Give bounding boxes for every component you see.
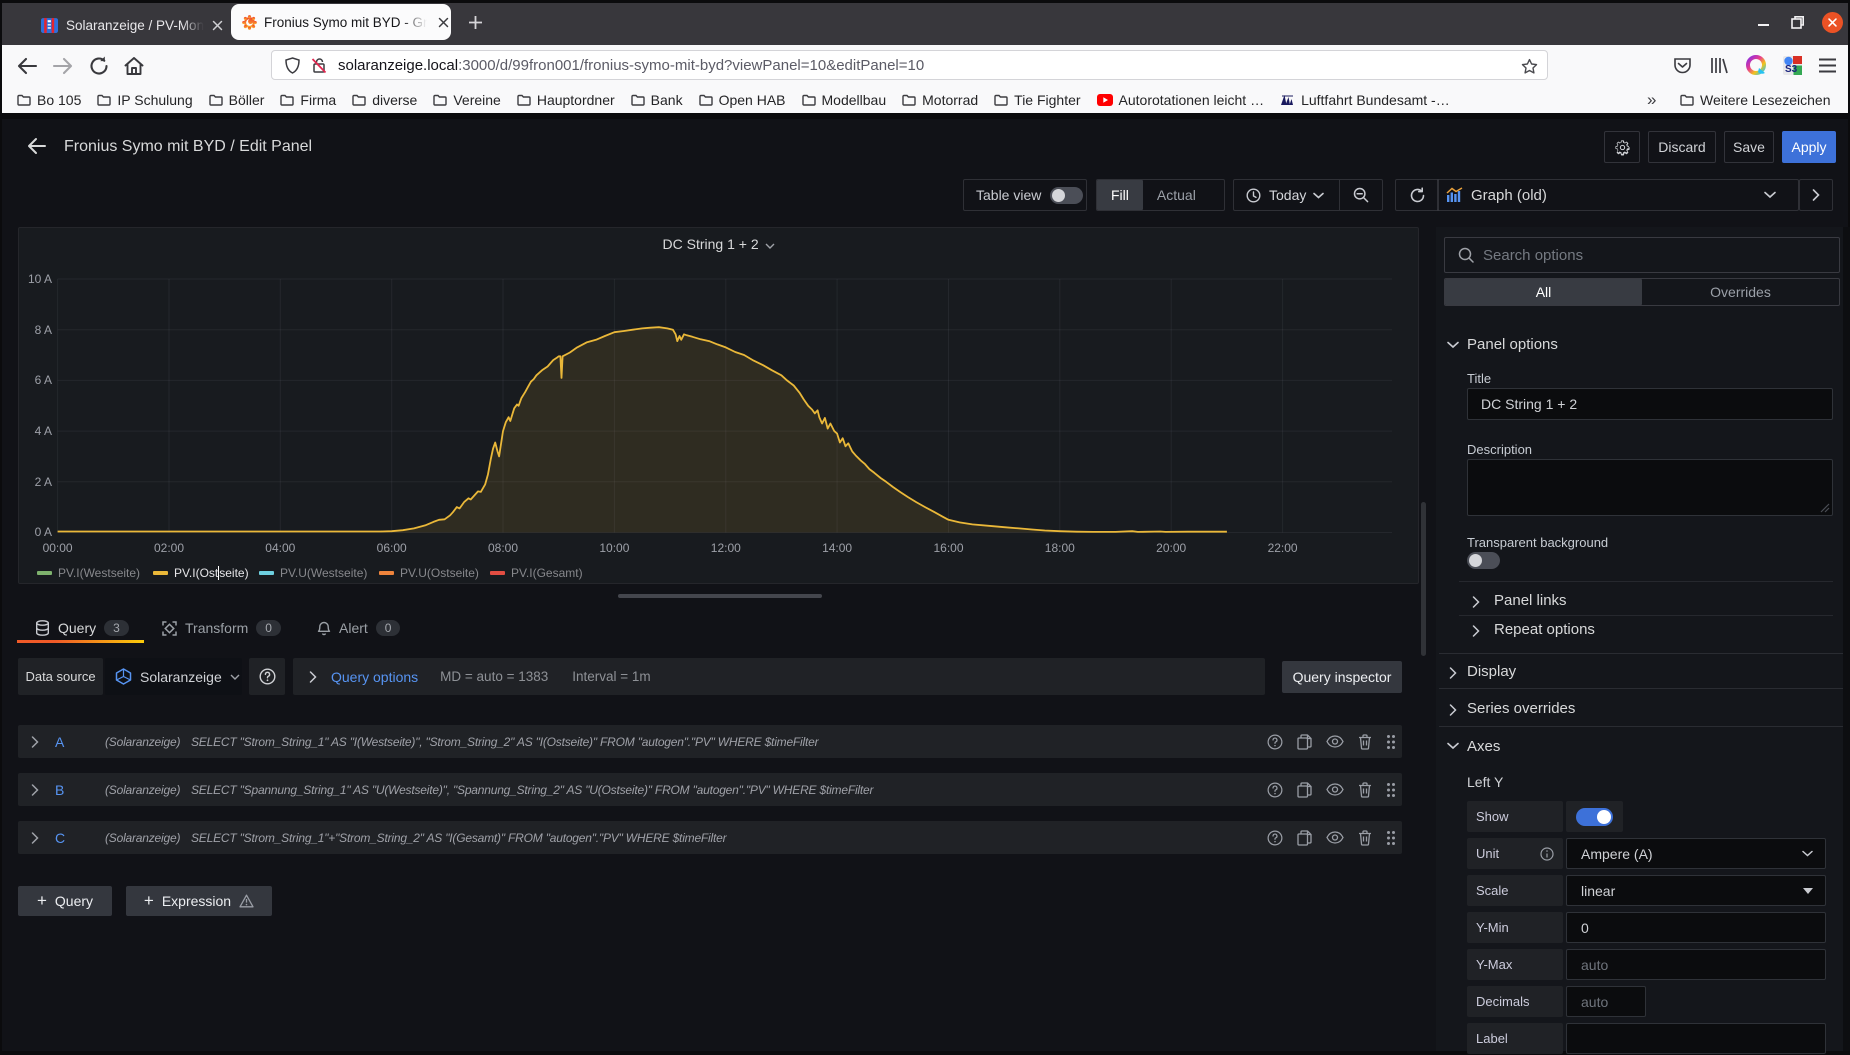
svg-text:00:00: 00:00 bbox=[43, 541, 73, 555]
svg-text:8 A: 8 A bbox=[35, 323, 52, 337]
svg-text:08:00: 08:00 bbox=[488, 541, 518, 555]
svg-text:06:00: 06:00 bbox=[377, 541, 407, 555]
svg-text:S3: S3 bbox=[1785, 64, 1798, 75]
svg-text:18:00: 18:00 bbox=[1045, 541, 1075, 555]
svg-text:4 A: 4 A bbox=[35, 424, 52, 438]
svg-text:20:00: 20:00 bbox=[1156, 541, 1186, 555]
svg-text:02:00: 02:00 bbox=[154, 541, 184, 555]
svg-text:12:00: 12:00 bbox=[711, 541, 741, 555]
svg-text:2 A: 2 A bbox=[35, 475, 52, 489]
svg-text:14:00: 14:00 bbox=[822, 541, 852, 555]
svg-text:10 A: 10 A bbox=[28, 272, 52, 286]
svg-text:0 A: 0 A bbox=[35, 525, 52, 539]
svg-text:6 A: 6 A bbox=[35, 373, 52, 387]
svg-text:10:00: 10:00 bbox=[599, 541, 629, 555]
svg-text:16:00: 16:00 bbox=[933, 541, 963, 555]
svg-text:22:00: 22:00 bbox=[1268, 541, 1298, 555]
svg-text:04:00: 04:00 bbox=[265, 541, 295, 555]
